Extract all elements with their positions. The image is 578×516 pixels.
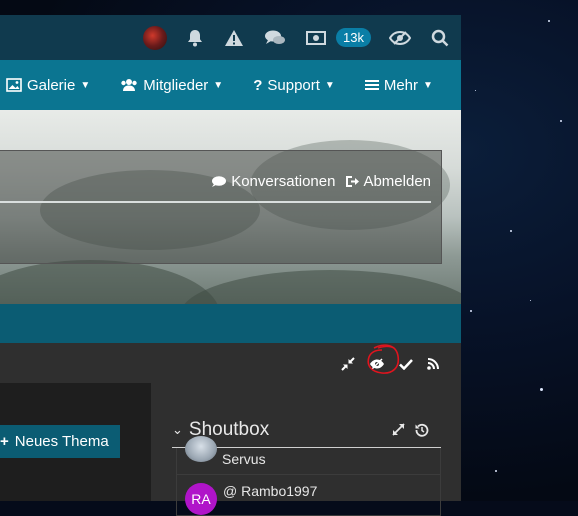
top-bar: 13k	[0, 15, 461, 60]
bell-icon[interactable]	[186, 29, 204, 47]
new-thread-label: Neues Thema	[14, 433, 109, 450]
question-icon: ?	[253, 76, 263, 94]
chevron-down-icon: ▼	[80, 79, 91, 91]
users-icon	[120, 78, 138, 92]
main-navigation: Galerie ▼ Mitglieder ▼ ? Support ▼ Mehr …	[0, 60, 461, 110]
history-icon[interactable]	[415, 423, 429, 437]
money-icon[interactable]	[306, 30, 327, 45]
nav-item-galerie[interactable]: Galerie ▼	[6, 77, 90, 94]
conversations-link[interactable]: Konversationen	[211, 173, 335, 190]
shoutbox-message: RA @ Rambo1997	[176, 475, 441, 516]
divider	[0, 201, 431, 203]
search-icon[interactable]	[431, 29, 449, 47]
breadcrumb-bar	[0, 304, 461, 343]
shoutbox: ⌄ Shoutbox Servus RA @ Rambo1997	[172, 415, 441, 516]
sidebar-column: + Neues Thema	[0, 383, 151, 501]
nav-item-support[interactable]: ? Support ▼	[253, 77, 335, 94]
rss-icon[interactable]	[427, 358, 439, 370]
nav-label: Galerie	[27, 76, 76, 94]
avatar[interactable]: RA	[185, 483, 217, 515]
chevron-down-icon: ▼	[324, 79, 335, 91]
user-avatar[interactable]	[143, 25, 168, 50]
conversations-label: Konversationen	[231, 173, 336, 190]
nav-item-mehr[interactable]: Mehr ▼	[364, 76, 433, 94]
chevron-down-icon: ▼	[213, 79, 224, 91]
logout-link[interactable]: Abmelden	[345, 173, 431, 190]
chevron-down-icon[interactable]: ⌄	[172, 422, 183, 438]
warning-icon[interactable]	[224, 29, 244, 47]
message-text: Servus	[222, 451, 266, 467]
eye-slash-icon[interactable]	[389, 30, 411, 46]
nav-label: Mehr	[383, 76, 419, 94]
bars-icon	[364, 79, 379, 91]
nav-label: Mitglieder	[143, 76, 209, 94]
image-icon	[6, 78, 22, 92]
mention-text[interactable]: @ Rambo1997	[223, 483, 317, 499]
shoutbox-message: Servus	[176, 436, 441, 475]
annotation-circle	[367, 344, 400, 374]
plus-icon: +	[0, 433, 9, 450]
nav-item-mitglieder[interactable]: Mitglieder ▼	[120, 77, 223, 94]
new-thread-button[interactable]: + Neues Thema	[0, 425, 120, 458]
logout-label: Abmelden	[363, 173, 431, 190]
points-badge[interactable]: 13k	[336, 28, 371, 47]
avatar[interactable]	[185, 436, 217, 462]
chevron-down-icon: ▼	[423, 79, 433, 91]
expand-icon[interactable]	[392, 423, 405, 437]
header-banner: Konversationen Abmelden	[0, 110, 461, 304]
user-panel: Konversationen Abmelden	[0, 150, 442, 264]
conversations-icon[interactable]	[264, 29, 286, 47]
compress-icon[interactable]	[341, 357, 355, 371]
nav-label: Support	[267, 76, 320, 94]
